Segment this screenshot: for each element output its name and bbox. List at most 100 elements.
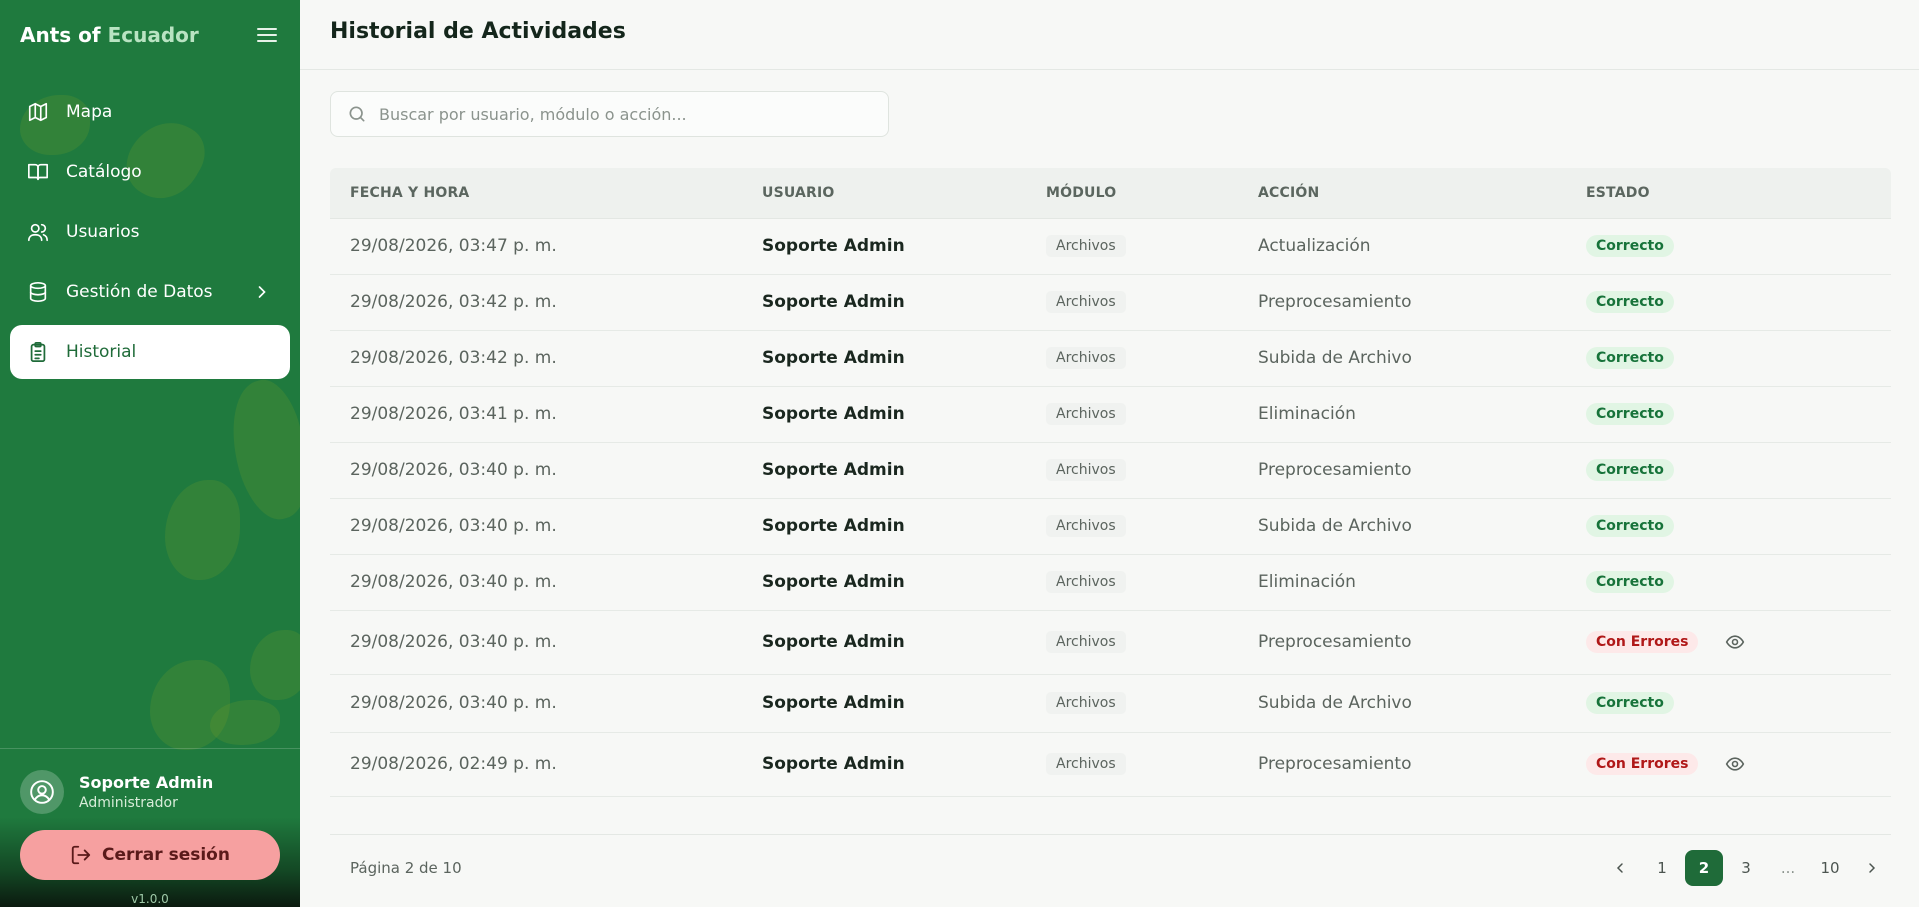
search-icon [349,106,365,122]
cell-action: Preprocesamiento [1258,632,1412,652]
avatar [20,770,64,814]
cell-action: Eliminación [1258,404,1356,424]
status-badge: Correcto [1586,235,1674,257]
prev-page-button[interactable] [1601,850,1639,886]
sidebar-item-label: Usuarios [66,222,140,242]
cell-action: Actualización [1258,236,1371,256]
search-box [330,91,889,137]
hamburger-menu-icon[interactable] [254,22,280,48]
cell-status: Correcto [1586,515,1674,537]
sidebar-item-catalogo[interactable]: Catálogo [10,145,290,199]
cell-module: Archivos [1046,347,1126,369]
cell-module: Archivos [1046,692,1126,714]
clipboard-icon [26,340,50,364]
page-title: Historial de Actividades [330,19,626,44]
status-badge: Correcto [1586,403,1674,425]
logout-icon [71,845,91,865]
cell-user: Soporte Admin [762,516,905,536]
users-icon [26,220,50,244]
sidebar-header: Ants of Ecuador [20,20,280,50]
user-role: Administrador [79,795,178,811]
cell-user: Soporte Admin [762,754,905,774]
cell-date: 29/08/2026, 03:47 p. m. [350,236,557,256]
chevron-right-icon [252,282,272,302]
pagination-ellipsis: ... [1780,859,1796,877]
module-badge: Archivos [1046,347,1126,369]
page-button-10[interactable]: 10 [1811,850,1849,886]
page-button-3[interactable]: 3 [1727,850,1765,886]
page-button-2[interactable]: 2 [1685,850,1723,886]
cell-status: Correcto [1586,692,1674,714]
cell-module: Archivos [1046,571,1126,593]
sidebar-item-label: Catálogo [66,162,142,182]
table-row: 29/08/2026, 03:42 p. m. Soporte Admin Arch… [330,331,1891,387]
user-profile: Soporte Admin Administrador [20,770,213,814]
leaf-decoration [250,630,300,700]
table-row: 29/08/2026, 03:40 p. m. Soporte Admin Arch… [330,443,1891,499]
page-button-1[interactable]: 1 [1643,850,1681,886]
cell-module: Archivos [1046,515,1126,537]
cell-action: Subida de Archivo [1258,348,1412,368]
table-row: 29/08/2026, 02:49 p. m. Soporte Admin Arch… [330,733,1891,797]
cell-action: Subida de Archivo [1258,516,1412,536]
cell-user: Soporte Admin [762,572,905,592]
brand-accent-text: Ecuador [107,23,199,47]
cell-date: 29/08/2026, 02:49 p. m. [350,754,557,774]
brand-text: Ants of [20,23,101,47]
cell-status: Correcto [1586,571,1674,593]
status-badge: Con Errores [1586,753,1699,775]
module-badge: Archivos [1046,403,1126,425]
cell-user: Soporte Admin [762,292,905,312]
sidebar-divider [0,748,300,749]
sidebar-item-usuarios[interactable]: Usuarios [10,205,290,259]
status-badge: Con Errores [1586,631,1699,653]
table-row: 29/08/2026, 03:40 p. m. Soporte Admin Arch… [330,499,1891,555]
cell-status: Con Errores [1586,753,1746,775]
table-row: 29/08/2026, 03:40 p. m. Soporte Admin Arch… [330,555,1891,611]
cell-date: 29/08/2026, 03:40 p. m. [350,460,557,480]
view-details-eye-icon[interactable] [1724,753,1746,775]
sidebar-item-mapa[interactable]: Mapa [10,85,290,139]
sidebar-item-gestion-de-datos[interactable]: Gestión de Datos [10,265,290,319]
sidebar-item-label: Gestión de Datos [66,282,213,302]
cell-date: 29/08/2026, 03:42 p. m. [350,348,557,368]
cell-status: Correcto [1586,235,1674,257]
table-row: 29/08/2026, 03:41 p. m. Soporte Admin Arch… [330,387,1891,443]
user-name: Soporte Admin [79,773,214,792]
table-row: 29/08/2026, 03:40 p. m. Soporte Admin Arch… [330,675,1891,733]
pagination-info: Página 2 de 10 [350,859,462,877]
next-page-button[interactable] [1853,850,1891,886]
status-badge: Correcto [1586,571,1674,593]
sidebar-nav: Mapa Catálogo Usuarios Gestión de Datos [10,85,290,385]
module-badge: Archivos [1046,692,1126,714]
status-badge: Correcto [1586,291,1674,313]
cell-status: Correcto [1586,403,1674,425]
version-label: v1.0.0 [131,892,169,906]
footer-divider [330,834,1891,835]
cell-user: Soporte Admin [762,460,905,480]
map-icon [26,100,50,124]
module-badge: Archivos [1046,235,1126,257]
column-header-action: ACCIÓN [1258,185,1320,201]
sidebar-item-label: Mapa [66,102,113,122]
leaf-decoration [165,480,240,580]
table-header: FECHA Y HORA USUARIO MÓDULO ACCIÓN ESTAD… [330,168,1891,219]
module-badge: Archivos [1046,291,1126,313]
cell-date: 29/08/2026, 03:42 p. m. [350,292,557,312]
module-badge: Archivos [1046,571,1126,593]
cell-action: Subida de Archivo [1258,693,1412,713]
table-row: 29/08/2026, 03:47 p. m. Soporte Admin Arch… [330,219,1891,275]
cell-date: 29/08/2026, 03:40 p. m. [350,516,557,536]
cell-module: Archivos [1046,235,1126,257]
sidebar-item-historial[interactable]: Historial [10,325,290,379]
cell-module: Archivos [1046,459,1126,481]
search-input[interactable] [379,104,859,124]
cell-date: 29/08/2026, 03:40 p. m. [350,632,557,652]
logout-button[interactable]: Cerrar sesión [20,830,280,880]
table-body: 29/08/2026, 03:47 p. m. Soporte Admin Arch… [330,219,1891,797]
cell-user: Soporte Admin [762,693,905,713]
sidebar-item-label: Historial [66,342,137,362]
sidebar: Ants of Ecuador Mapa Catálogo Usuarios G… [0,0,300,907]
activity-table: FECHA Y HORA USUARIO MÓDULO ACCIÓN ESTAD… [330,168,1891,797]
view-details-eye-icon[interactable] [1724,631,1746,653]
